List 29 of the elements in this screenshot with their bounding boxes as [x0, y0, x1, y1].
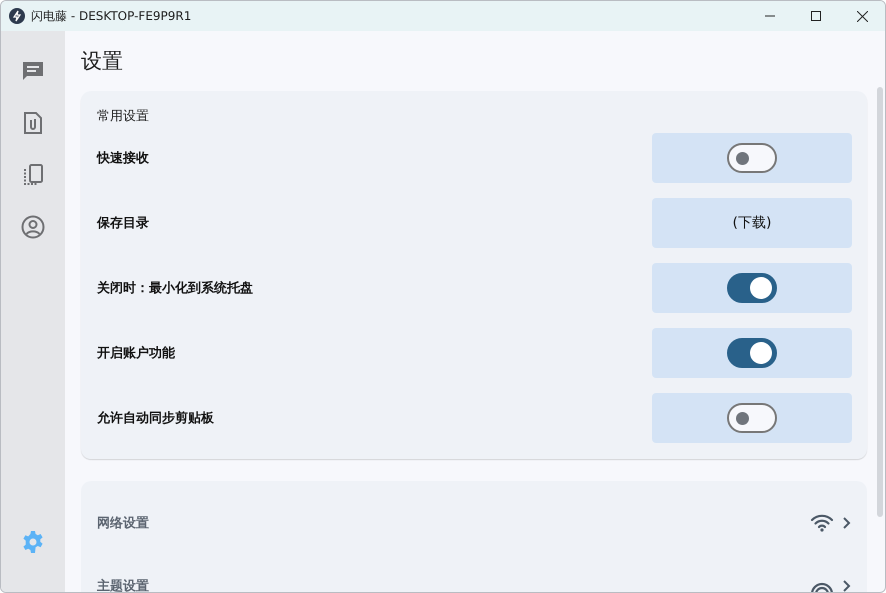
setting-label: 保存目录 [97, 215, 150, 232]
setting-label: 网络设置 [97, 514, 150, 532]
settings-icon [21, 530, 45, 554]
chevron-icon [842, 516, 852, 530]
toggle-switch[interactable] [727, 273, 777, 303]
scrollbar-thumb[interactable] [877, 87, 883, 517]
device-icon [22, 163, 44, 187]
toggle-switch[interactable] [727, 403, 777, 433]
settings-link[interactable]: 主题设置 [97, 554, 852, 592]
chat-icon [21, 59, 45, 83]
setting-label: 快速接收 [97, 150, 150, 167]
section-title: 常用设置 [97, 108, 150, 125]
account-icon [21, 215, 45, 239]
setting-label: 允许自动同步剪贴板 [97, 410, 215, 427]
app-logo-icon [9, 8, 25, 24]
chevron-icon [842, 578, 852, 592]
setting-label: 开启账户功能 [97, 344, 176, 362]
folder-button[interactable]: (下载) [652, 198, 852, 248]
toggle-switch[interactable] [727, 143, 777, 173]
toggle-switch[interactable] [727, 338, 777, 368]
wifi-icon [810, 514, 834, 532]
close-icon [856, 10, 868, 22]
settings-link[interactable]: 网络设置 [97, 491, 852, 554]
setting-label: 关闭时：最小化到系统托盘 [97, 280, 254, 297]
attachment-file-icon [22, 111, 44, 135]
window-title: 闪电藤 - DESKTOP-FE9P9R1 [31, 8, 192, 24]
setting-label: 主题设置 [97, 578, 150, 592]
page-title: 设置 [81, 48, 124, 75]
maximize-icon [811, 11, 821, 21]
